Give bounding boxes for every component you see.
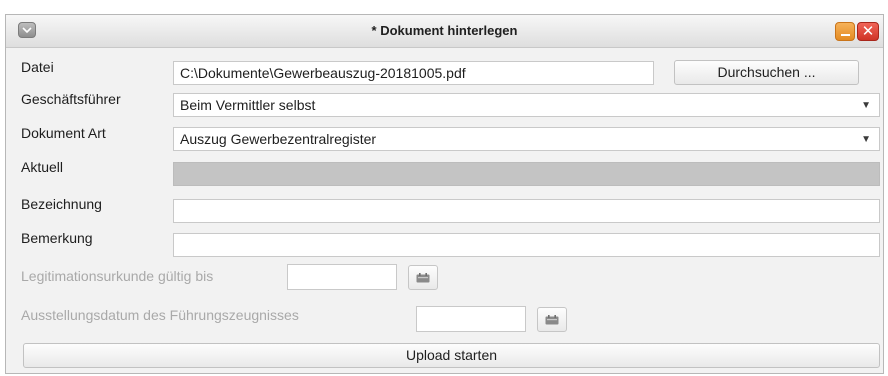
bemerkung-label: Bemerkung (21, 230, 93, 246)
calendar-icon[interactable] (408, 265, 438, 290)
geschaeftsfuehrer-select[interactable]: Beim Vermittler selbst ▼ (173, 93, 880, 117)
dialog-window: * Dokument hinterlegen ✕ Datei C:\Dokume… (5, 14, 884, 374)
legitimation-date-field[interactable] (287, 264, 397, 290)
chevron-down-icon[interactable]: ▼ (861, 94, 871, 116)
datei-label: Datei (21, 59, 54, 75)
calendar-icon[interactable] (537, 307, 567, 332)
geschaeftsfuehrer-value: Beim Vermittler selbst (180, 97, 316, 113)
datei-field[interactable]: C:\Dokumente\Gewerbeauszug-20181005.pdf (173, 61, 654, 85)
title-bar[interactable]: * Dokument hinterlegen ✕ (6, 15, 883, 48)
aktuell-field (173, 162, 880, 186)
dokument-art-label: Dokument Art (21, 125, 106, 141)
ausstellungsdatum-date-field[interactable] (416, 306, 526, 332)
chevron-down-icon[interactable]: ▼ (861, 128, 871, 150)
page: * Dokument hinterlegen ✕ Datei C:\Dokume… (0, 0, 888, 376)
browse-button[interactable]: Durchsuchen ... (674, 60, 859, 85)
bezeichnung-label: Bezeichnung (21, 196, 102, 212)
bezeichnung-field[interactable] (173, 199, 880, 223)
window-title: * Dokument hinterlegen (371, 23, 518, 38)
geschaeftsfuehrer-label: Geschäftsführer (21, 91, 121, 107)
aktuell-label: Aktuell (21, 159, 64, 175)
minimize-icon[interactable] (835, 22, 855, 41)
close-icon[interactable]: ✕ (857, 22, 879, 41)
legitimation-label: Legitimationsurkunde gültig bis (21, 268, 214, 284)
dokument-art-value: Auszug Gewerbezentralregister (180, 131, 377, 147)
bemerkung-field[interactable] (173, 233, 880, 257)
ausstellungsdatum-label: Ausstellungsdatum des Führungszeugnisses (21, 307, 299, 323)
dokument-art-select[interactable]: Auszug Gewerbezentralregister ▼ (173, 127, 880, 151)
upload-button[interactable]: Upload starten (23, 343, 880, 368)
